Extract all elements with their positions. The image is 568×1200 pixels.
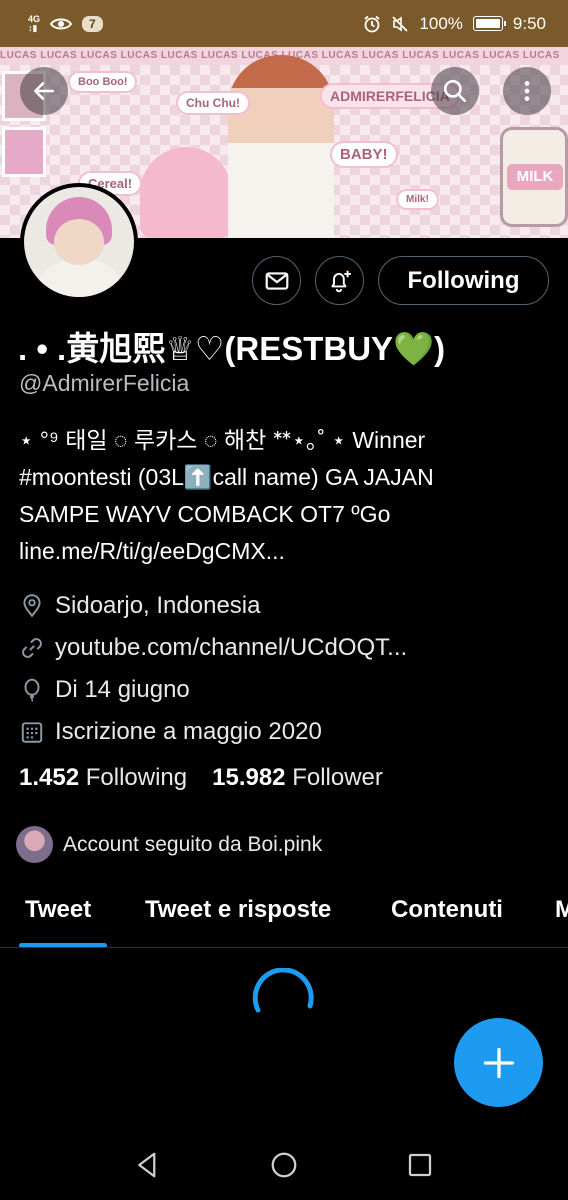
- bio-line: #moontesti (03L⬆️call name) GA JAJAN: [19, 464, 434, 490]
- active-tab-indicator: [19, 943, 107, 947]
- followed-by-row[interactable]: Account seguito da Boi.pink: [16, 826, 322, 863]
- system-navigation-bar: [0, 1130, 568, 1200]
- following-button[interactable]: Following: [378, 256, 549, 305]
- sticker-text: Milk!: [398, 191, 437, 208]
- profile-avatar[interactable]: [20, 183, 138, 301]
- banner-person: [228, 55, 334, 238]
- birthday-row: Di 14 giugno: [19, 669, 559, 711]
- nav-back-button[interactable]: [128, 1145, 168, 1185]
- alarm-icon: [364, 15, 380, 32]
- battery-icon: [472, 16, 506, 31]
- mute-icon: [392, 15, 409, 32]
- birthday-text: Di 14 giugno: [55, 676, 190, 703]
- sticker-text: BABY!: [332, 143, 396, 166]
- tab-tweet-e-risposte[interactable]: Tweet e risposte: [145, 896, 331, 924]
- notifications-button[interactable]: [315, 256, 364, 305]
- sticker-text: Boo Boo!: [70, 73, 136, 91]
- user-handle: @AdmirerFelicia: [19, 370, 190, 396]
- bio-line: SAMPE WAYV COMBACK OT7 ºGo: [19, 501, 391, 527]
- home-circle-icon: [271, 1152, 297, 1178]
- nav-home-button[interactable]: [264, 1145, 304, 1185]
- tab-contenuti[interactable]: Contenuti: [391, 896, 503, 924]
- clock: 9:50: [512, 13, 546, 33]
- joined-text: Iscrizione a maggio 2020: [55, 718, 322, 745]
- calendar-icon: [21, 722, 43, 743]
- balloon-icon: [24, 678, 40, 702]
- back-triangle-icon: [138, 1152, 156, 1178]
- joined-row: Iscrizione a maggio 2020: [19, 711, 559, 753]
- followers-label: Follower: [292, 764, 383, 791]
- bell-plus-icon: [330, 270, 351, 292]
- location-text: Sidoarjo, Indonesia: [55, 592, 261, 619]
- search-icon: [443, 79, 467, 103]
- following-count: 1.452: [19, 764, 80, 791]
- battery-percent: 100%: [419, 13, 463, 33]
- avatar: [16, 826, 53, 863]
- plus-icon: [483, 1047, 514, 1078]
- eye-icon: [50, 18, 73, 29]
- profile-bio: ⋆ °⁹ 태일 ◌ 루카스 ◌ 해찬 ᕯ⋆｡˚ ⋆ Winner #moonte…: [19, 422, 549, 570]
- followed-by-text: Account seguito da Boi.pink: [63, 832, 323, 856]
- nav-recents-button[interactable]: [400, 1145, 440, 1185]
- message-button[interactable]: [252, 256, 301, 305]
- follow-stats: 1.452 Following 15.982 Follower: [19, 764, 383, 792]
- status-bar: 4G ↕▮ 7 100% 9:50: [0, 0, 568, 47]
- search-button[interactable]: [431, 67, 479, 115]
- notification-count-badge: 7: [82, 15, 103, 32]
- location-pin-icon: [23, 594, 41, 618]
- location-row: Sidoarjo, Indonesia: [19, 585, 559, 627]
- link-icon: [22, 638, 42, 658]
- sheep-sticker: [140, 147, 232, 238]
- more-options-button[interactable]: [503, 67, 551, 115]
- following-label: Following: [85, 764, 188, 791]
- bio-line: ⋆ °⁹ 태일 ◌ 루카스 ◌ 해찬 ᕯ⋆｡˚ ⋆ Winner: [19, 427, 426, 453]
- tab-mi-piace[interactable]: Mi piace: [555, 896, 568, 924]
- sticker-text: Chu Chu!: [178, 93, 248, 113]
- website-link[interactable]: youtube.com/channel/UCdOQT...: [55, 634, 407, 662]
- milk-jar-sticker: MILK: [500, 127, 568, 227]
- mail-icon: [265, 271, 288, 290]
- back-arrow-icon: [34, 82, 54, 100]
- profile-metadata: Sidoarjo, Indonesia youtube.com/channel/…: [19, 585, 559, 753]
- banner-photo: [2, 127, 46, 177]
- loading-spinner-icon: [252, 968, 314, 1013]
- tab-tweet[interactable]: Tweet: [25, 896, 91, 924]
- recents-square-icon: [408, 1153, 432, 1177]
- more-vertical-icon: [524, 81, 530, 101]
- display-name: . • .黄旭熙♕♡(RESTBUY💚): [18, 330, 446, 367]
- bio-link[interactable]: line.me/R/ti/g/eeDgCMX...: [19, 533, 549, 570]
- followers-count: 15.982: [212, 764, 286, 791]
- website-row[interactable]: youtube.com/channel/UCdOQT...: [19, 627, 559, 669]
- compose-tweet-button[interactable]: [454, 1018, 543, 1107]
- back-button[interactable]: [20, 67, 68, 115]
- network-indicator: 4G ↕▮: [28, 13, 41, 33]
- following-stat[interactable]: 1.452 Following: [19, 764, 187, 792]
- profile-tabs: Tweet Tweet e risposte Contenuti Mi piac…: [0, 880, 568, 948]
- followers-stat[interactable]: 15.982 Follower: [212, 764, 383, 792]
